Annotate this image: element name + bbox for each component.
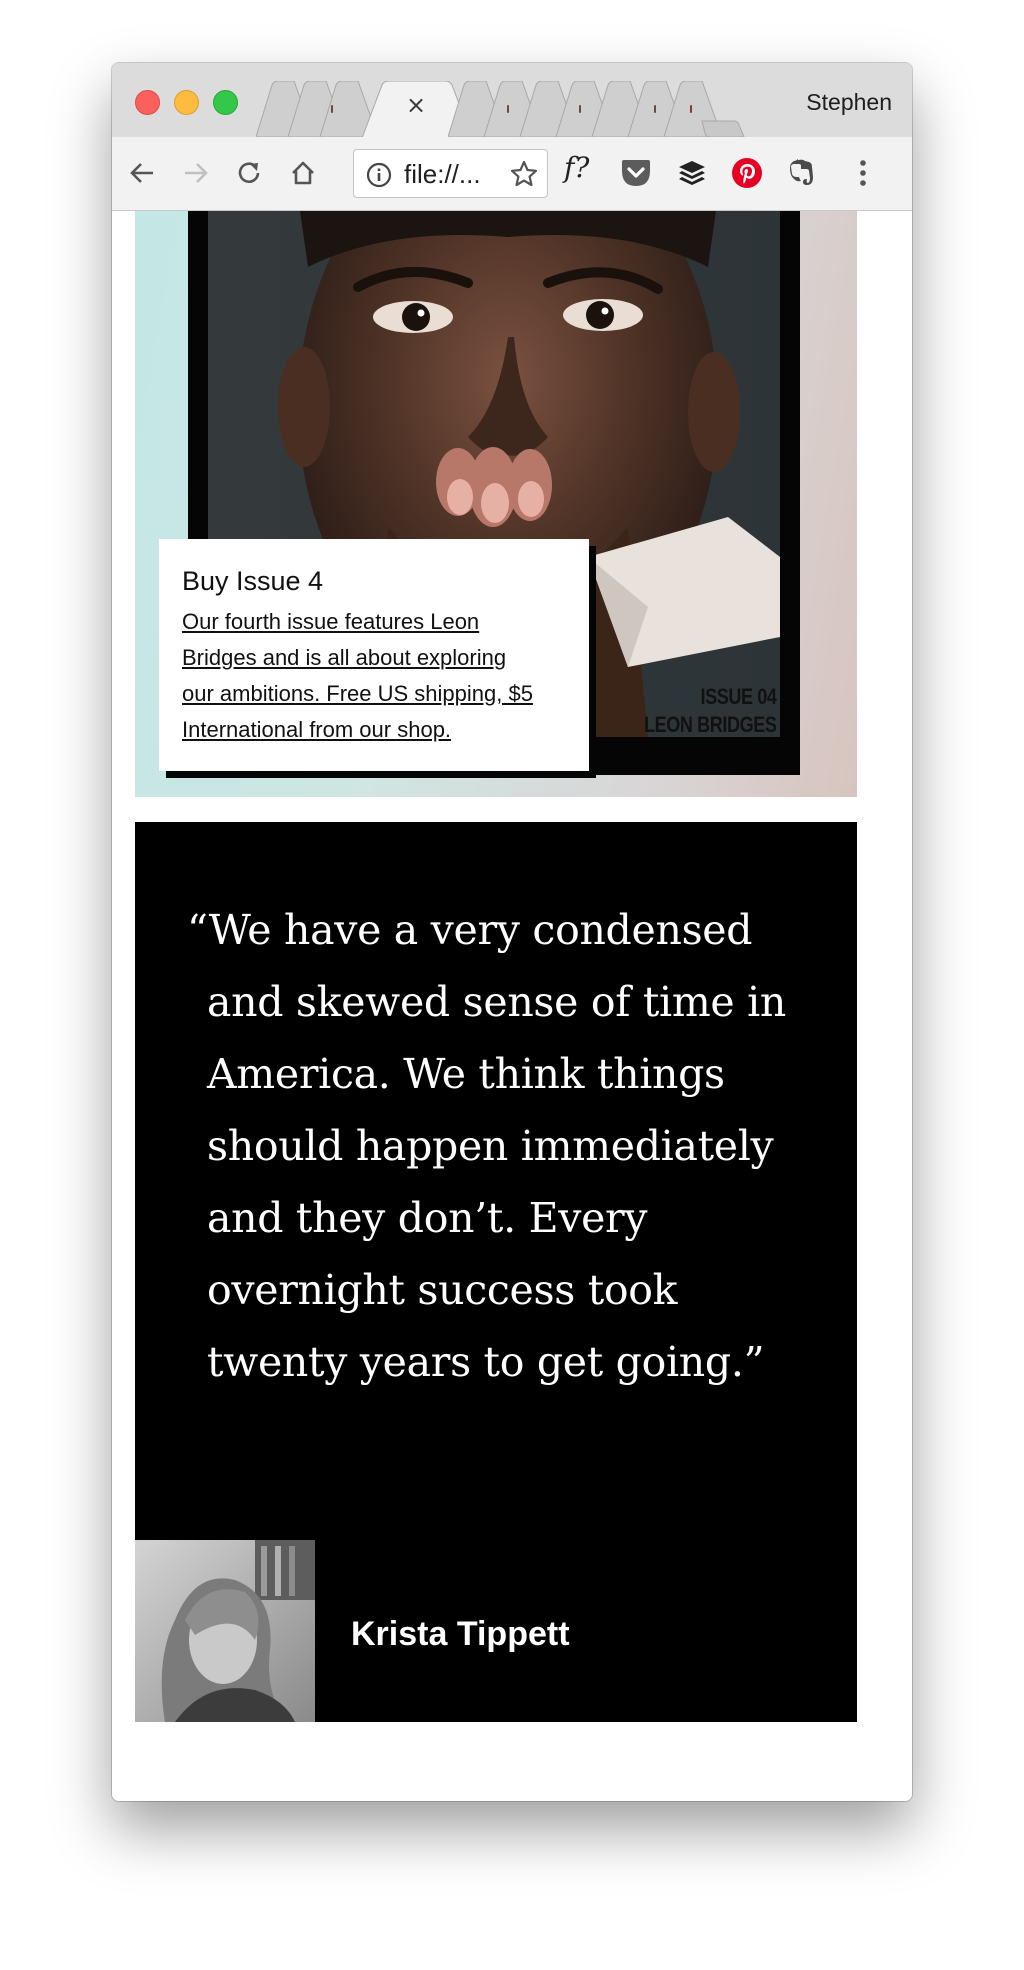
evernote-icon[interactable]	[782, 153, 822, 193]
tab-favicon-mark	[579, 105, 581, 113]
new-tab-button[interactable]	[702, 121, 736, 137]
address-bar-url[interactable]: file://...	[404, 159, 481, 190]
tab-favicon-mark	[654, 105, 656, 113]
back-arrow-icon	[130, 163, 153, 183]
quote-author-name: Krista Tippett	[351, 1615, 570, 1653]
buy-issue-title[interactable]: Buy Issue 4	[182, 564, 567, 598]
site-info-icon[interactable]	[366, 162, 392, 193]
cover-issue-number: ISSUE 04	[700, 684, 776, 709]
back-button[interactable]	[122, 153, 162, 193]
buy-issue-link-line[interactable]: Bridges and is all about exploring	[182, 640, 567, 676]
forward-arrow-icon	[185, 163, 208, 183]
pull-quote-block: “We have a very condensed and skewed sen…	[135, 822, 857, 1722]
zoom-window-button[interactable]	[213, 90, 238, 115]
cover-issue-name: LEON BRIDGES	[643, 712, 777, 737]
desktop-background: × Stephen file://... f? ISSUE 04 LEON BR…	[0, 0, 1024, 1970]
minimize-window-button[interactable]	[174, 90, 199, 115]
reload-icon	[238, 162, 260, 183]
close-window-button[interactable]	[135, 90, 160, 115]
pull-quote-text: “We have a very condensed and skewed sen…	[187, 906, 787, 1386]
cover-issue-label: ISSUE 04 LEON BRIDGES	[643, 683, 777, 739]
forward-button[interactable]	[176, 153, 216, 193]
pinterest-icon[interactable]	[727, 153, 767, 193]
close-tab-icon[interactable]: ×	[404, 93, 428, 117]
buy-issue-link-line[interactable]: our ambitions. Free US shipping, $5	[182, 676, 567, 712]
home-icon	[292, 161, 314, 185]
address-bar[interactable]: file://...	[353, 149, 548, 198]
buy-issue-link-line[interactable]: Our fourth issue features Leon	[182, 604, 567, 640]
page-viewport[interactable]: ISSUE 04 LEON BRIDGES Buy Issue 4 Our fo…	[112, 211, 912, 1801]
tab-favicon-mark	[690, 105, 692, 113]
buffer-icon[interactable]	[672, 153, 712, 193]
browser-window: × Stephen file://... f? ISSUE 04 LEON BR…	[112, 63, 912, 1801]
tab-favicon-mark	[507, 105, 509, 113]
bookmark-star-icon[interactable]	[509, 159, 539, 194]
reload-button[interactable]	[229, 153, 269, 193]
author-photo	[135, 1540, 315, 1722]
browser-toolbar: file://... f?	[112, 137, 912, 211]
home-button[interactable]	[283, 153, 323, 193]
buy-issue-card[interactable]: Buy Issue 4 Our fourth issue features Le…	[159, 539, 589, 771]
issue-hero[interactable]: ISSUE 04 LEON BRIDGES Buy Issue 4 Our fo…	[135, 211, 857, 797]
pocket-icon[interactable]	[616, 153, 656, 193]
buy-issue-link-line[interactable]: International from our shop.	[182, 712, 567, 748]
tab-strip: × Stephen	[112, 63, 912, 138]
fontface-extension-icon[interactable]: f?	[564, 151, 589, 184]
browser-menu-icon[interactable]	[843, 153, 883, 193]
profile-name[interactable]: Stephen	[806, 89, 892, 116]
